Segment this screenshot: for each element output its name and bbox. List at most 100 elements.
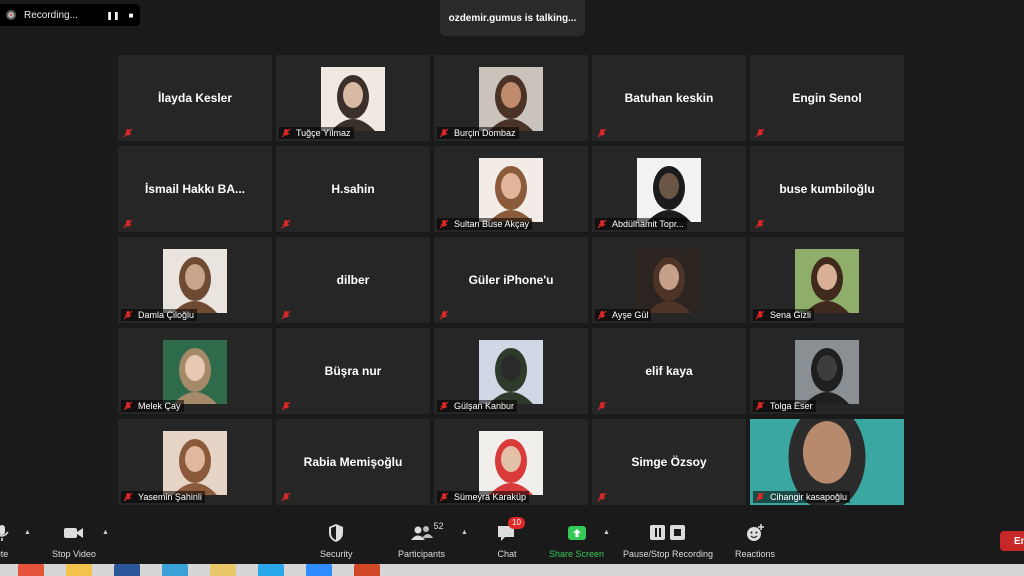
chat-unread-badge: 10 (508, 517, 525, 529)
participant-display-name: buse kumbiloğlu (779, 182, 875, 196)
participant-video (479, 431, 543, 495)
participant-tile[interactable]: Damla Çiloğlu (118, 237, 272, 323)
participant-display-name: elif kaya (645, 364, 693, 378)
participant-name-tag: Sena Gizli (753, 309, 815, 321)
muted-microphone-icon (597, 401, 607, 411)
participant-display-name: Simge Özsoy (631, 455, 707, 469)
participant-name-label: Sümeyra Karaküp (454, 492, 527, 502)
zoom-icon[interactable] (306, 564, 332, 576)
stop-recording-button[interactable]: ■ (122, 11, 140, 20)
participant-tile[interactable]: Ayşe Gül (592, 237, 746, 323)
muted-microphone-icon (123, 219, 133, 229)
meeting-toolbar: ute ▲ Stop Video ▲ Security 52 Participa… (0, 517, 1024, 564)
share-screen-button[interactable]: Share Screen (549, 523, 604, 559)
participant-tile[interactable]: Büşra nur (276, 328, 430, 414)
participant-tile[interactable]: buse kumbiloğlu (750, 146, 904, 232)
video-camera-icon (63, 523, 85, 543)
muted-microphone-icon (123, 492, 133, 502)
participant-tile[interactable]: Rabia Memişoğlu (276, 419, 430, 505)
participants-button[interactable]: 52 Participants (398, 521, 446, 559)
participant-video (795, 249, 859, 313)
pause-stop-recording-button[interactable]: Pause/Stop Recording (623, 523, 713, 559)
mute-button[interactable]: ute (0, 523, 12, 559)
participant-tile[interactable]: Simge Özsoy (592, 419, 746, 505)
participant-tile[interactable]: dilber (276, 237, 430, 323)
participant-tile[interactable]: Tuğçe Yılmaz (276, 55, 430, 141)
participant-name-tag (279, 309, 299, 321)
muted-microphone-icon (439, 128, 449, 138)
participant-tile[interactable]: Batuhan keskin (592, 55, 746, 141)
browser-icon[interactable] (162, 564, 188, 576)
participant-tile[interactable]: H.sahin (276, 146, 430, 232)
participant-name-label: Burçin Dombaz (454, 128, 516, 138)
participant-tile[interactable]: Sümeyra Karaküp (434, 419, 588, 505)
participant-name-tag: Abdülhamit Topr... (595, 218, 687, 230)
muted-microphone-icon (755, 492, 765, 502)
participant-video (479, 158, 543, 222)
end-meeting-button[interactable]: En (1000, 531, 1024, 551)
participant-tile[interactable]: Abdülhamit Topr... (592, 146, 746, 232)
muted-microphone-icon (439, 401, 449, 411)
participant-tile[interactable]: Güler iPhone'u (434, 237, 588, 323)
chat-bubble-icon: 10 (496, 517, 525, 543)
participant-tile[interactable]: Melek Çay (118, 328, 272, 414)
participant-name-tag: Tuğçe Yılmaz (279, 127, 354, 139)
muted-microphone-icon (281, 492, 291, 502)
share-screen-icon (567, 523, 587, 543)
participants-options-caret-icon[interactable]: ▲ (461, 529, 468, 536)
participant-tile[interactable]: Engin Senol (750, 55, 904, 141)
participants-icon: 52 (410, 521, 444, 543)
recording-label: Recording... (24, 9, 78, 21)
participant-tile[interactable]: elif kaya (592, 328, 746, 414)
participant-tile[interactable]: Sena Gizli (750, 237, 904, 323)
stop-video-button[interactable]: Stop Video (52, 523, 96, 559)
gallery-grid: İlayda Kesler Tuğçe Yılmaz Burçin Dombaz Ba… (118, 55, 906, 505)
participant-display-name: Güler iPhone'u (468, 273, 554, 287)
participant-tile[interactable]: Burçin Dombaz (434, 55, 588, 141)
stop-video-label: Stop Video (52, 549, 96, 559)
word-icon[interactable] (114, 564, 140, 576)
participant-name-label: Cihangir kasapoğlu (770, 492, 848, 502)
chrome-icon[interactable] (18, 564, 44, 576)
muted-microphone-icon (439, 310, 449, 320)
participant-name-tag: Sultan Buse Akçay (437, 218, 533, 230)
participant-tile[interactable]: Gülşan Kanbur (434, 328, 588, 414)
participants-count: 52 (433, 521, 444, 531)
powerpoint-icon[interactable] (354, 564, 380, 576)
participant-video (163, 431, 227, 495)
muted-microphone-icon (281, 128, 291, 138)
muted-microphone-icon (755, 310, 765, 320)
participant-tile[interactable]: İsmail Hakkı BA... (118, 146, 272, 232)
participants-label: Participants (398, 549, 446, 559)
participant-display-name: Büşra nur (324, 364, 382, 378)
participant-tile[interactable]: İlayda Kesler (118, 55, 272, 141)
recording-indicator: Recording... ❚❚ ■ (0, 4, 140, 26)
record-icon (6, 10, 16, 20)
muted-microphone-icon (597, 492, 607, 502)
participant-name-tag (279, 400, 299, 412)
participant-video (321, 67, 385, 131)
share-options-caret-icon[interactable]: ▲ (603, 529, 610, 536)
pause-recording-button[interactable]: ❚❚ (104, 11, 122, 20)
participant-video (637, 249, 701, 313)
file-explorer-icon[interactable] (66, 564, 92, 576)
video-options-caret-icon[interactable]: ▲ (102, 529, 109, 536)
participant-name-tag (279, 491, 299, 503)
participant-tile[interactable]: Yasemin Şahinli (118, 419, 272, 505)
participant-name-label: Gülşan Kanbur (454, 401, 515, 411)
reactions-button[interactable]: Reactions (735, 523, 775, 559)
participant-tile[interactable]: Sultan Buse Akçay (434, 146, 588, 232)
participant-name-tag: Sümeyra Karaküp (437, 491, 530, 503)
security-button[interactable]: Security (320, 523, 353, 559)
participant-name-label: Sena Gizli (770, 310, 812, 320)
folder-icon[interactable] (210, 564, 236, 576)
app-icon[interactable] (258, 564, 284, 576)
participant-tile[interactable]: Cihangir kasapoğlu (750, 419, 904, 505)
muted-microphone-icon (281, 401, 291, 411)
chat-button[interactable]: 10 Chat (496, 517, 525, 559)
participant-name-tag (437, 309, 457, 321)
reactions-label: Reactions (735, 549, 776, 559)
participant-tile[interactable]: Tolga Eser (750, 328, 904, 414)
audio-options-caret-icon[interactable]: ▲ (24, 529, 31, 536)
participant-name-label: Tuğçe Yılmaz (296, 128, 351, 138)
